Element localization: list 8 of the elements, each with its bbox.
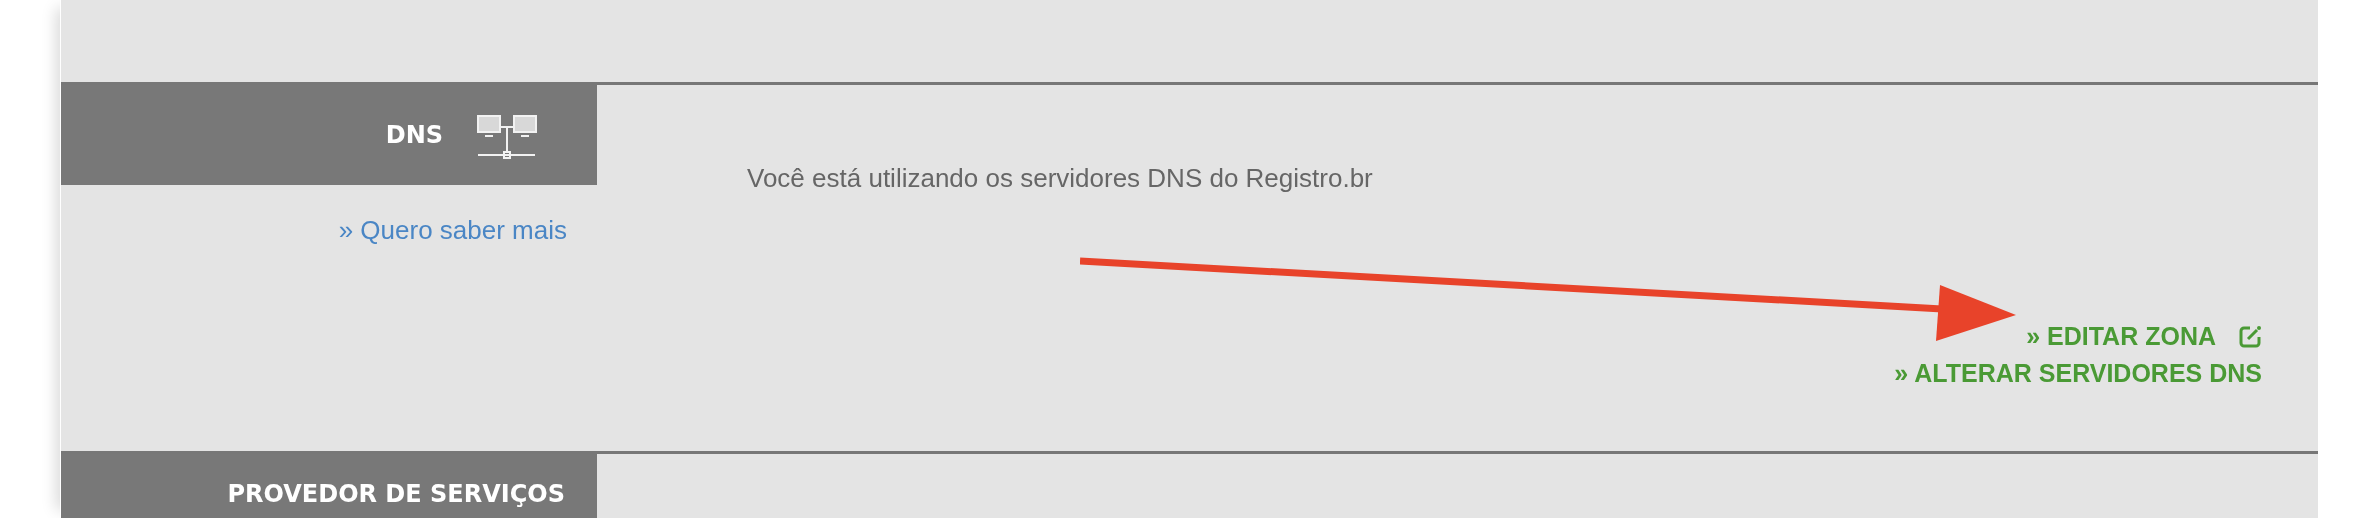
learn-more-link[interactable]: » Quero saber mais (338, 215, 567, 246)
network-icon (477, 115, 539, 159)
action-link[interactable]: » ALTERAR SERVIDORES DNS (1894, 359, 2262, 388)
status-message: Você está utilizando os servidores DNS do Registro.br (747, 163, 1374, 194)
edit-icon[interactable] (2238, 324, 2262, 349)
section-title: PROVEDOR DE SERVIÇOS (227, 480, 565, 508)
action-link[interactable]: » EDITAR ZONA (2026, 322, 2216, 351)
section-title: DNS (385, 121, 443, 149)
